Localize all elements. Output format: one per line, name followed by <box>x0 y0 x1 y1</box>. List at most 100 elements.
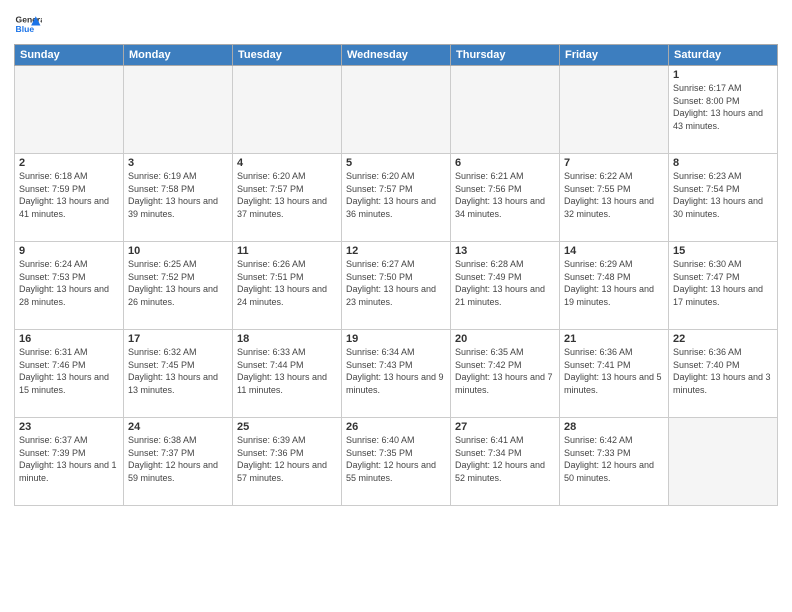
calendar-cell: 4Sunrise: 6:20 AMSunset: 7:57 PMDaylight… <box>233 154 342 242</box>
calendar-cell: 9Sunrise: 6:24 AMSunset: 7:53 PMDaylight… <box>15 242 124 330</box>
calendar-cell: 1Sunrise: 6:17 AMSunset: 8:00 PMDaylight… <box>669 66 778 154</box>
day-info: Sunrise: 6:42 AMSunset: 7:33 PMDaylight:… <box>564 434 664 484</box>
day-number: 11 <box>237 245 337 257</box>
day-info: Sunrise: 6:36 AMSunset: 7:40 PMDaylight:… <box>673 346 773 396</box>
day-number: 12 <box>346 245 446 257</box>
calendar-week-4: 23Sunrise: 6:37 AMSunset: 7:39 PMDayligh… <box>15 418 778 506</box>
calendar-cell: 27Sunrise: 6:41 AMSunset: 7:34 PMDayligh… <box>451 418 560 506</box>
day-number: 18 <box>237 333 337 345</box>
day-number: 9 <box>19 245 119 257</box>
day-number: 26 <box>346 421 446 433</box>
day-number: 4 <box>237 157 337 169</box>
calendar-cell: 7Sunrise: 6:22 AMSunset: 7:55 PMDaylight… <box>560 154 669 242</box>
calendar-cell <box>15 66 124 154</box>
col-header-saturday: Saturday <box>669 45 778 66</box>
calendar-cell: 19Sunrise: 6:34 AMSunset: 7:43 PMDayligh… <box>342 330 451 418</box>
calendar-cell: 2Sunrise: 6:18 AMSunset: 7:59 PMDaylight… <box>15 154 124 242</box>
day-info: Sunrise: 6:24 AMSunset: 7:53 PMDaylight:… <box>19 258 119 308</box>
day-info: Sunrise: 6:37 AMSunset: 7:39 PMDaylight:… <box>19 434 119 484</box>
calendar-week-2: 9Sunrise: 6:24 AMSunset: 7:53 PMDaylight… <box>15 242 778 330</box>
day-number: 8 <box>673 157 773 169</box>
day-info: Sunrise: 6:41 AMSunset: 7:34 PMDaylight:… <box>455 434 555 484</box>
day-number: 27 <box>455 421 555 433</box>
col-header-thursday: Thursday <box>451 45 560 66</box>
day-info: Sunrise: 6:34 AMSunset: 7:43 PMDaylight:… <box>346 346 446 396</box>
calendar-cell <box>342 66 451 154</box>
day-number: 1 <box>673 69 773 81</box>
day-info: Sunrise: 6:26 AMSunset: 7:51 PMDaylight:… <box>237 258 337 308</box>
day-info: Sunrise: 6:33 AMSunset: 7:44 PMDaylight:… <box>237 346 337 396</box>
day-info: Sunrise: 6:27 AMSunset: 7:50 PMDaylight:… <box>346 258 446 308</box>
calendar-cell: 20Sunrise: 6:35 AMSunset: 7:42 PMDayligh… <box>451 330 560 418</box>
calendar-cell: 15Sunrise: 6:30 AMSunset: 7:47 PMDayligh… <box>669 242 778 330</box>
calendar-cell: 18Sunrise: 6:33 AMSunset: 7:44 PMDayligh… <box>233 330 342 418</box>
calendar-cell: 22Sunrise: 6:36 AMSunset: 7:40 PMDayligh… <box>669 330 778 418</box>
calendar-cell: 26Sunrise: 6:40 AMSunset: 7:35 PMDayligh… <box>342 418 451 506</box>
calendar-week-1: 2Sunrise: 6:18 AMSunset: 7:59 PMDaylight… <box>15 154 778 242</box>
day-number: 14 <box>564 245 664 257</box>
day-number: 20 <box>455 333 555 345</box>
day-info: Sunrise: 6:20 AMSunset: 7:57 PMDaylight:… <box>237 170 337 220</box>
calendar-cell: 13Sunrise: 6:28 AMSunset: 7:49 PMDayligh… <box>451 242 560 330</box>
day-info: Sunrise: 6:36 AMSunset: 7:41 PMDaylight:… <box>564 346 664 396</box>
day-info: Sunrise: 6:38 AMSunset: 7:37 PMDaylight:… <box>128 434 228 484</box>
calendar-cell <box>233 66 342 154</box>
calendar-cell: 3Sunrise: 6:19 AMSunset: 7:58 PMDaylight… <box>124 154 233 242</box>
logo-icon: General Blue <box>14 10 42 38</box>
calendar-table: SundayMondayTuesdayWednesdayThursdayFrid… <box>14 44 778 506</box>
day-number: 2 <box>19 157 119 169</box>
day-number: 13 <box>455 245 555 257</box>
day-info: Sunrise: 6:21 AMSunset: 7:56 PMDaylight:… <box>455 170 555 220</box>
col-header-sunday: Sunday <box>15 45 124 66</box>
calendar-cell: 8Sunrise: 6:23 AMSunset: 7:54 PMDaylight… <box>669 154 778 242</box>
day-info: Sunrise: 6:23 AMSunset: 7:54 PMDaylight:… <box>673 170 773 220</box>
day-info: Sunrise: 6:39 AMSunset: 7:36 PMDaylight:… <box>237 434 337 484</box>
day-number: 5 <box>346 157 446 169</box>
col-header-tuesday: Tuesday <box>233 45 342 66</box>
day-info: Sunrise: 6:31 AMSunset: 7:46 PMDaylight:… <box>19 346 119 396</box>
calendar-cell: 21Sunrise: 6:36 AMSunset: 7:41 PMDayligh… <box>560 330 669 418</box>
day-number: 15 <box>673 245 773 257</box>
day-number: 7 <box>564 157 664 169</box>
calendar-cell: 16Sunrise: 6:31 AMSunset: 7:46 PMDayligh… <box>15 330 124 418</box>
day-number: 25 <box>237 421 337 433</box>
day-number: 23 <box>19 421 119 433</box>
day-number: 19 <box>346 333 446 345</box>
calendar-cell <box>124 66 233 154</box>
calendar-cell: 6Sunrise: 6:21 AMSunset: 7:56 PMDaylight… <box>451 154 560 242</box>
calendar-cell: 17Sunrise: 6:32 AMSunset: 7:45 PMDayligh… <box>124 330 233 418</box>
day-info: Sunrise: 6:25 AMSunset: 7:52 PMDaylight:… <box>128 258 228 308</box>
calendar-cell <box>451 66 560 154</box>
calendar-week-3: 16Sunrise: 6:31 AMSunset: 7:46 PMDayligh… <box>15 330 778 418</box>
day-number: 6 <box>455 157 555 169</box>
day-number: 10 <box>128 245 228 257</box>
col-header-friday: Friday <box>560 45 669 66</box>
day-number: 17 <box>128 333 228 345</box>
calendar-cell: 23Sunrise: 6:37 AMSunset: 7:39 PMDayligh… <box>15 418 124 506</box>
day-number: 22 <box>673 333 773 345</box>
calendar-cell: 28Sunrise: 6:42 AMSunset: 7:33 PMDayligh… <box>560 418 669 506</box>
day-info: Sunrise: 6:18 AMSunset: 7:59 PMDaylight:… <box>19 170 119 220</box>
calendar-cell: 11Sunrise: 6:26 AMSunset: 7:51 PMDayligh… <box>233 242 342 330</box>
page: General Blue SundayMondayTuesdayWednesda… <box>0 0 792 612</box>
day-number: 3 <box>128 157 228 169</box>
day-info: Sunrise: 6:20 AMSunset: 7:57 PMDaylight:… <box>346 170 446 220</box>
day-number: 24 <box>128 421 228 433</box>
day-info: Sunrise: 6:32 AMSunset: 7:45 PMDaylight:… <box>128 346 228 396</box>
header: General Blue <box>14 10 778 38</box>
day-info: Sunrise: 6:28 AMSunset: 7:49 PMDaylight:… <box>455 258 555 308</box>
day-info: Sunrise: 6:19 AMSunset: 7:58 PMDaylight:… <box>128 170 228 220</box>
day-info: Sunrise: 6:40 AMSunset: 7:35 PMDaylight:… <box>346 434 446 484</box>
col-header-wednesday: Wednesday <box>342 45 451 66</box>
day-info: Sunrise: 6:22 AMSunset: 7:55 PMDaylight:… <box>564 170 664 220</box>
calendar-cell <box>669 418 778 506</box>
col-header-monday: Monday <box>124 45 233 66</box>
day-info: Sunrise: 6:29 AMSunset: 7:48 PMDaylight:… <box>564 258 664 308</box>
calendar-cell: 25Sunrise: 6:39 AMSunset: 7:36 PMDayligh… <box>233 418 342 506</box>
calendar-cell: 5Sunrise: 6:20 AMSunset: 7:57 PMDaylight… <box>342 154 451 242</box>
calendar-cell: 10Sunrise: 6:25 AMSunset: 7:52 PMDayligh… <box>124 242 233 330</box>
calendar-cell: 24Sunrise: 6:38 AMSunset: 7:37 PMDayligh… <box>124 418 233 506</box>
logo: General Blue <box>14 10 42 38</box>
calendar-cell <box>560 66 669 154</box>
day-number: 28 <box>564 421 664 433</box>
